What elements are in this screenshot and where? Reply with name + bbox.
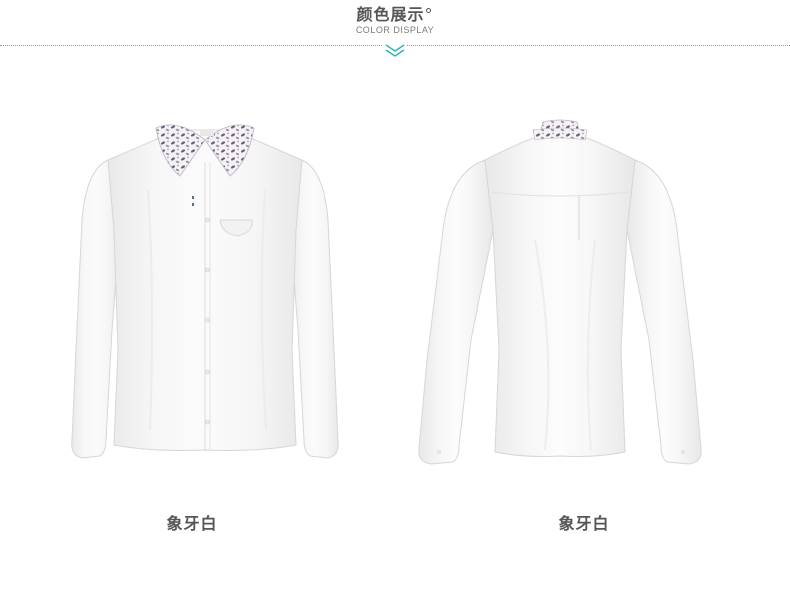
- color-name-label-back: 象牙白: [558, 514, 610, 533]
- section-title: 颜色展示°: [0, 1, 790, 25]
- double-chevron-down-icon: [383, 42, 407, 58]
- shirt-front-image: [71, 124, 339, 459]
- section-subtitle: COLOR DISPLAY: [355, 25, 435, 35]
- title-degree-mark: °: [424, 5, 434, 24]
- shirt-back-image: [418, 119, 702, 465]
- section-header: 颜色展示° COLOR DISPLAY: [0, 0, 790, 62]
- section-title-text: 颜色展示: [356, 5, 425, 24]
- color-name-label-front: 象牙白: [166, 514, 218, 533]
